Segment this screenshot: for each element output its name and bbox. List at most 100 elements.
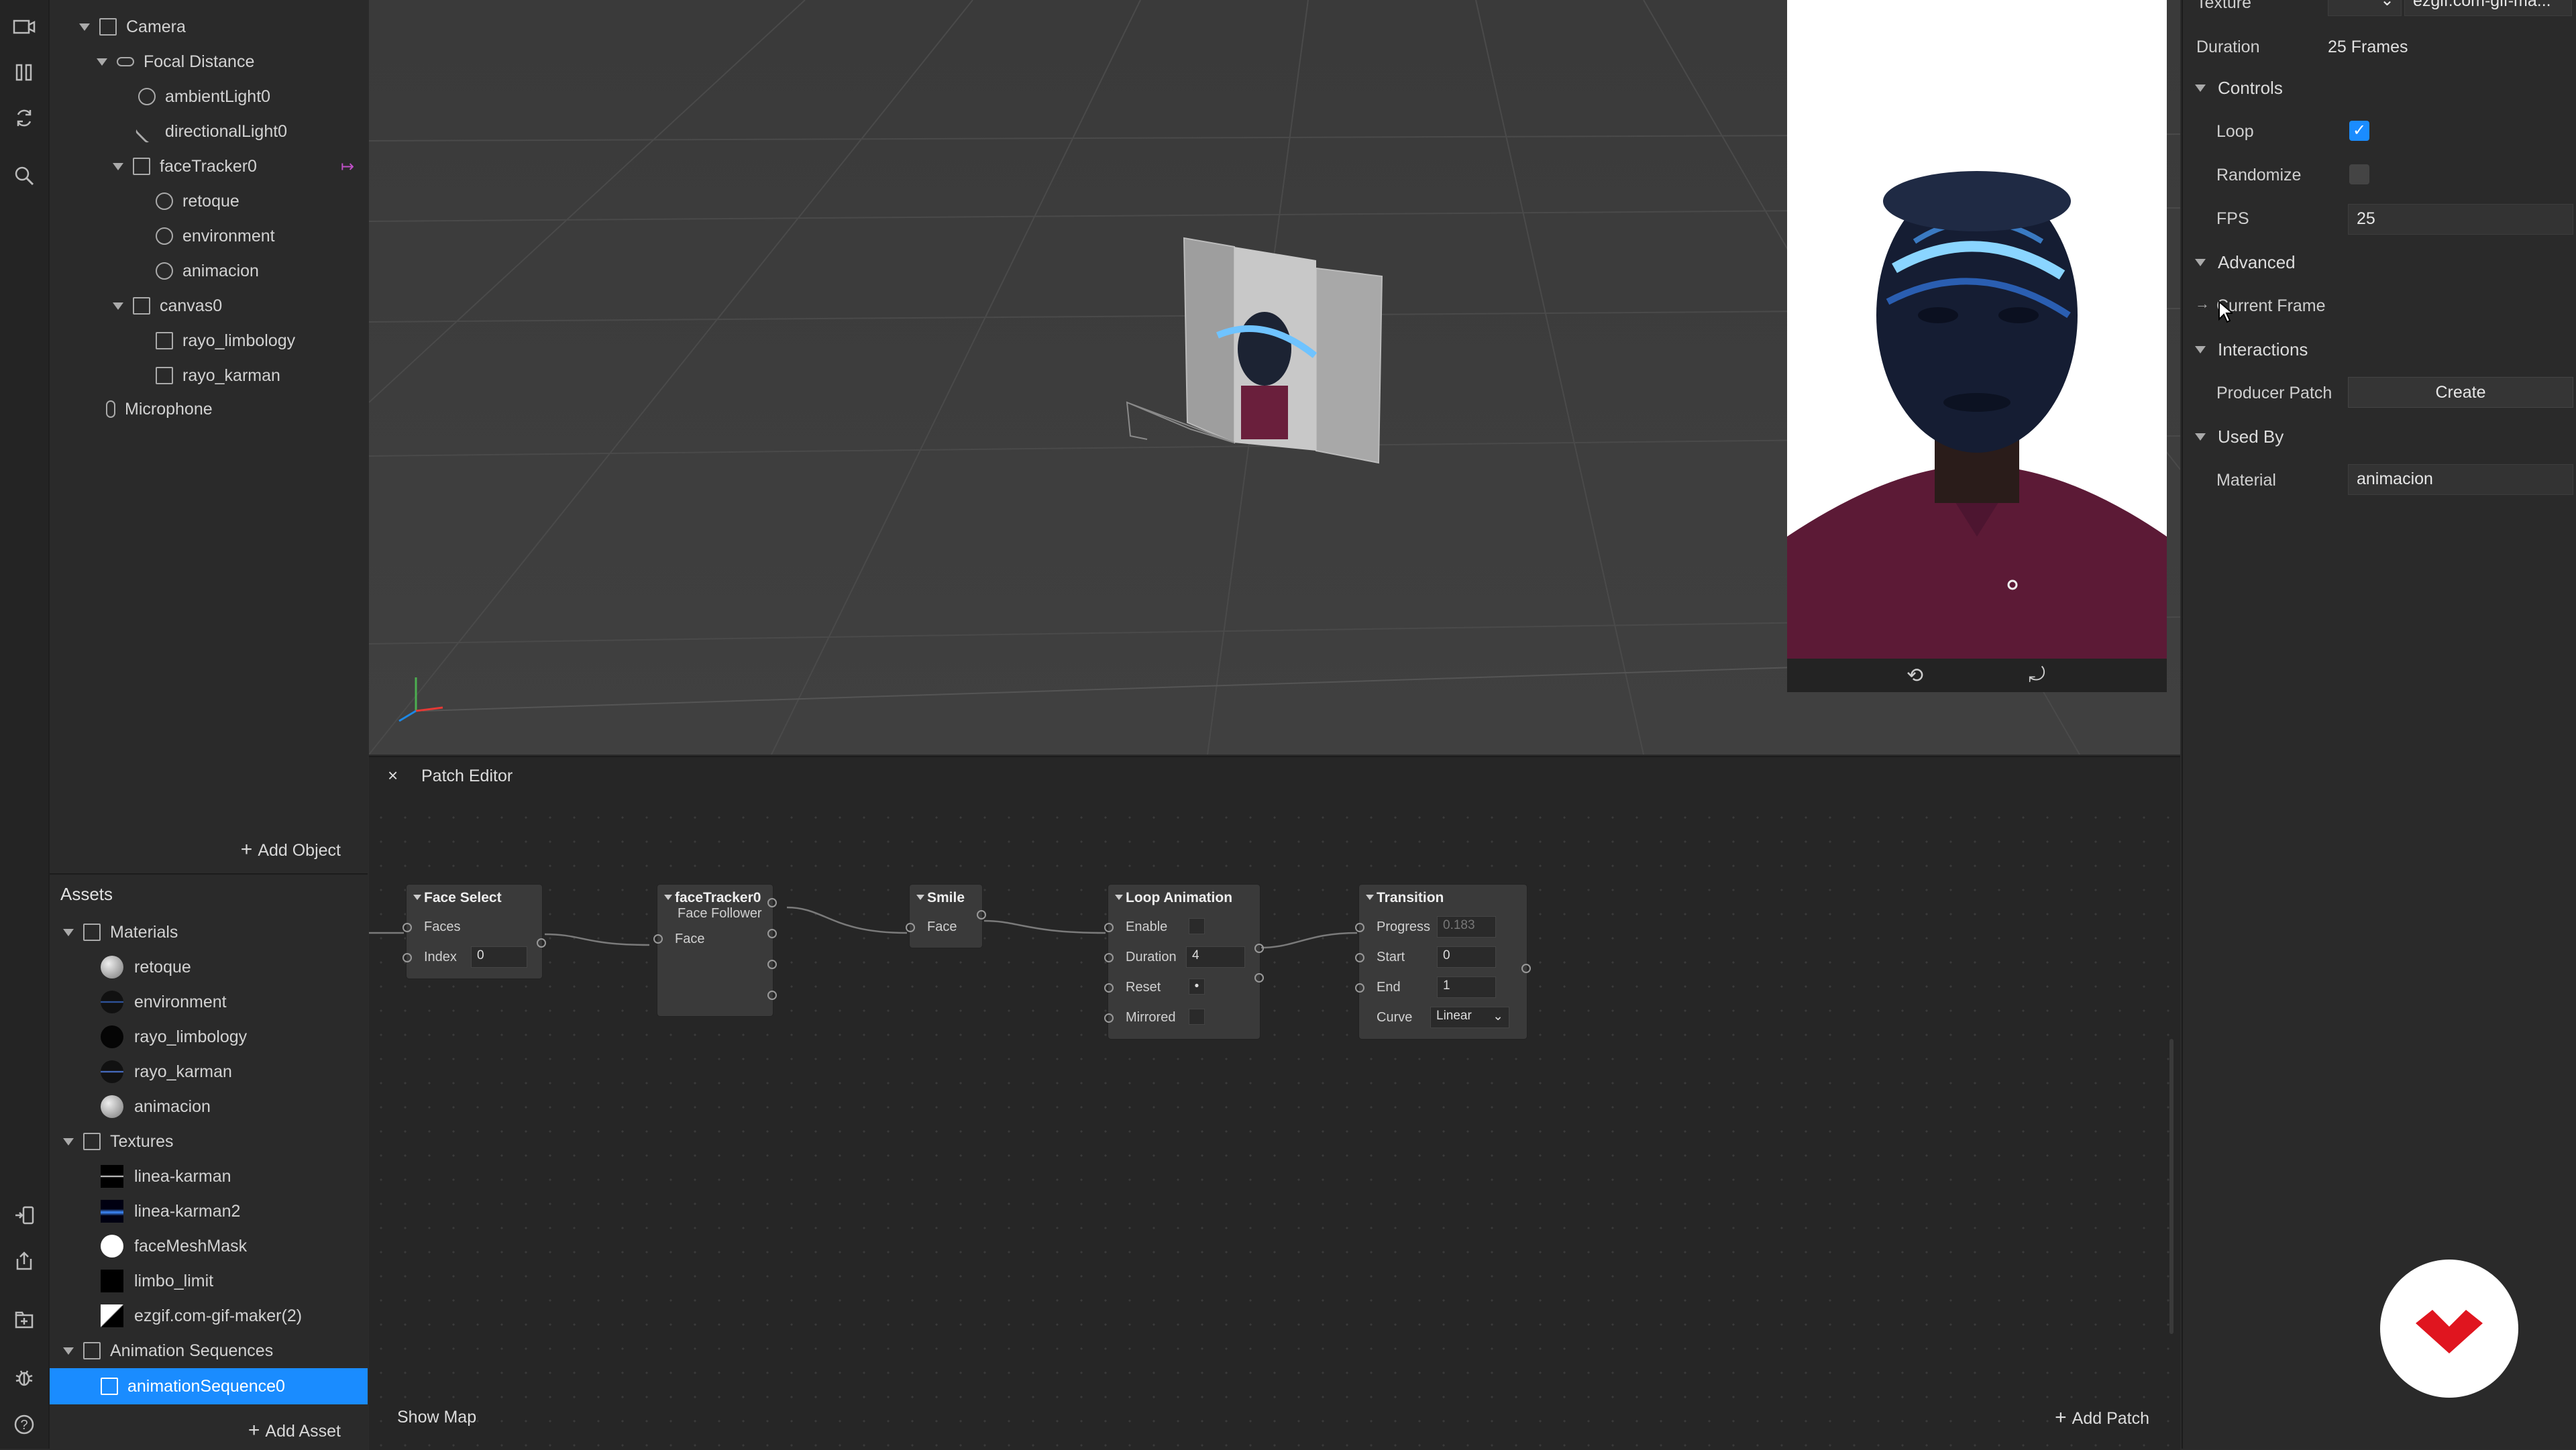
duration-label: Duration [2196,38,2260,56]
output-port[interactable] [767,898,777,907]
restart-icon[interactable]: ⟲ [1907,664,1923,687]
output-port[interactable] [767,960,777,969]
end-input[interactable]: 1 [1437,977,1496,998]
scene-item-canvas[interactable]: canvas0 [113,292,222,319]
section-advanced[interactable]: Advanced [2195,252,2296,273]
patch-node-loop-animation[interactable]: Loop Animation Enable Duration 4 Reset •… [1104,885,1264,1039]
input-port[interactable] [906,923,915,932]
enable-checkbox[interactable] [1189,918,1205,934]
scene-item-face-tracker[interactable]: faceTracker0 ↦ [113,153,408,180]
patch-editor[interactable]: × Patch Editor Face Select Faces Index 0… [369,756,2180,1450]
share-icon[interactable] [8,1245,40,1277]
expand-triangle-icon[interactable] [113,302,123,310]
input-port[interactable] [1355,923,1364,932]
expand-triangle-icon[interactable] [63,928,74,936]
bug-icon[interactable] [8,1361,40,1394]
search-icon[interactable] [8,160,40,192]
output-port[interactable] [1254,944,1264,953]
scene-item-focal-distance[interactable]: Focal Distance [97,48,254,75]
output-port[interactable] [1521,964,1531,973]
scene-item-environment[interactable]: environment [156,223,275,249]
input-port[interactable] [1104,953,1114,962]
scene-item-rayo-limbology[interactable]: rayo_limbology [156,327,295,354]
fps-input[interactable]: 25 [2348,204,2573,235]
asset-animation-sequence[interactable]: animationSequence0 [101,1373,285,1400]
refresh-icon[interactable] [8,102,40,134]
reset-pulse-button[interactable]: • [1189,979,1205,995]
texture-value-field[interactable]: ezgif.com-gif-ma... [2404,0,2572,16]
texture-thumbnail-icon [101,1165,123,1188]
folder-animation-sequences[interactable]: Animation Sequences [63,1337,273,1364]
asset-texture-linea-karman2[interactable]: linea-karman2 [101,1198,240,1225]
link-arrow-icon[interactable]: ↦ [341,157,354,176]
randomize-checkbox[interactable] [2349,164,2369,184]
asset-material-rayo-karman[interactable]: rayo_karman [101,1058,232,1085]
show-map-button[interactable]: Show Map [397,1408,476,1427]
asset-texture-linea-karman[interactable]: linea-karman [101,1163,231,1190]
asset-material-animacion[interactable]: animacion [101,1093,211,1120]
input-port[interactable] [1104,1013,1114,1023]
section-controls[interactable]: Controls [2195,78,2283,99]
input-port[interactable] [1355,953,1364,962]
help-icon[interactable]: ? [8,1408,40,1441]
scene-item-animacion[interactable]: animacion [156,258,259,284]
expand-triangle-icon[interactable] [79,23,90,31]
scene-item-ambient-light[interactable]: ambientLight0 [138,83,270,110]
start-input[interactable]: 0 [1437,946,1496,968]
rotate-device-icon[interactable]: ⤾ [2029,664,2045,687]
add-asset-button[interactable]: + Add Asset [248,1419,341,1442]
output-port[interactable] [1254,973,1264,983]
index-input[interactable]: 0 [471,946,527,968]
scene-item-directional-light[interactable]: directionalLight0 [134,118,287,145]
scene-item-rayo-karman[interactable]: rayo_karman [156,362,280,389]
scene-item-retoque[interactable]: retoque [156,188,239,215]
expand-triangle-icon[interactable] [63,1347,74,1355]
asset-material-environment[interactable]: environment [101,989,227,1015]
loop-checkbox[interactable]: ✓ [2349,121,2369,141]
input-port[interactable] [402,923,412,932]
pause-icon[interactable] [8,56,40,89]
mirrored-checkbox[interactable] [1189,1009,1205,1025]
section-interactions[interactable]: Interactions [2195,339,2308,360]
patch-node-face-tracker[interactable]: faceTracker0 Face Follower Face [653,885,777,1016]
folder-textures[interactable]: Textures [63,1128,173,1155]
scene-item-microphone[interactable]: Microphone [106,396,213,423]
expand-triangle-icon[interactable] [97,58,107,66]
asset-texture-ezgif[interactable]: ezgif.com-gif-maker(2) [101,1302,302,1329]
library-icon[interactable] [8,1304,40,1336]
section-used-by[interactable]: Used By [2195,427,2284,447]
material-value-field[interactable]: animacion [2348,464,2573,495]
asset-texture-limbo-limit[interactable]: limbo_limit [101,1268,213,1294]
patch-node-face-select[interactable]: Face Select Faces Index 0 [402,885,546,979]
output-port[interactable] [977,910,986,919]
close-icon[interactable]: × [388,765,398,786]
send-to-device-icon[interactable] [8,1199,40,1231]
scene-item-camera[interactable]: Camera [79,13,186,40]
add-object-button[interactable]: + Add Object [241,838,341,861]
output-port[interactable] [767,929,777,938]
asset-texture-facemeshmask[interactable]: faceMeshMask [101,1233,247,1260]
asset-material-retoque[interactable]: retoque [101,954,191,981]
curve-select[interactable]: Linear ⌄ [1430,1007,1509,1028]
input-port[interactable] [402,953,412,962]
progress-input[interactable]: 0.183 [1437,916,1496,938]
duration-input[interactable]: 4 [1186,946,1245,968]
input-port[interactable] [1355,983,1364,993]
patch-node-smile[interactable]: Smile Face [906,885,986,948]
patch-scrollbar[interactable] [2169,1039,2174,1334]
input-port[interactable] [1104,923,1114,932]
texture-type-select[interactable]: ⌄ [2328,0,2402,16]
camera-view-icon[interactable] [8,11,40,43]
asset-material-rayo-limbology[interactable]: rayo_limbology [101,1023,247,1050]
create-producer-patch-button[interactable]: Create [2348,377,2573,408]
input-port[interactable] [653,934,663,944]
output-port[interactable] [767,991,777,1000]
folder-materials[interactable]: Materials [63,919,178,946]
add-patch-button[interactable]: + Add Patch [2055,1406,2149,1429]
input-port[interactable] [1104,983,1114,993]
connect-arrow-icon[interactable]: → [2195,295,2210,313]
expand-triangle-icon[interactable] [63,1137,74,1146]
output-port[interactable] [537,938,546,948]
expand-triangle-icon[interactable] [113,162,123,170]
patch-node-transition[interactable]: Transition Progress 0.183 Start 0 End 1 … [1355,885,1531,1039]
